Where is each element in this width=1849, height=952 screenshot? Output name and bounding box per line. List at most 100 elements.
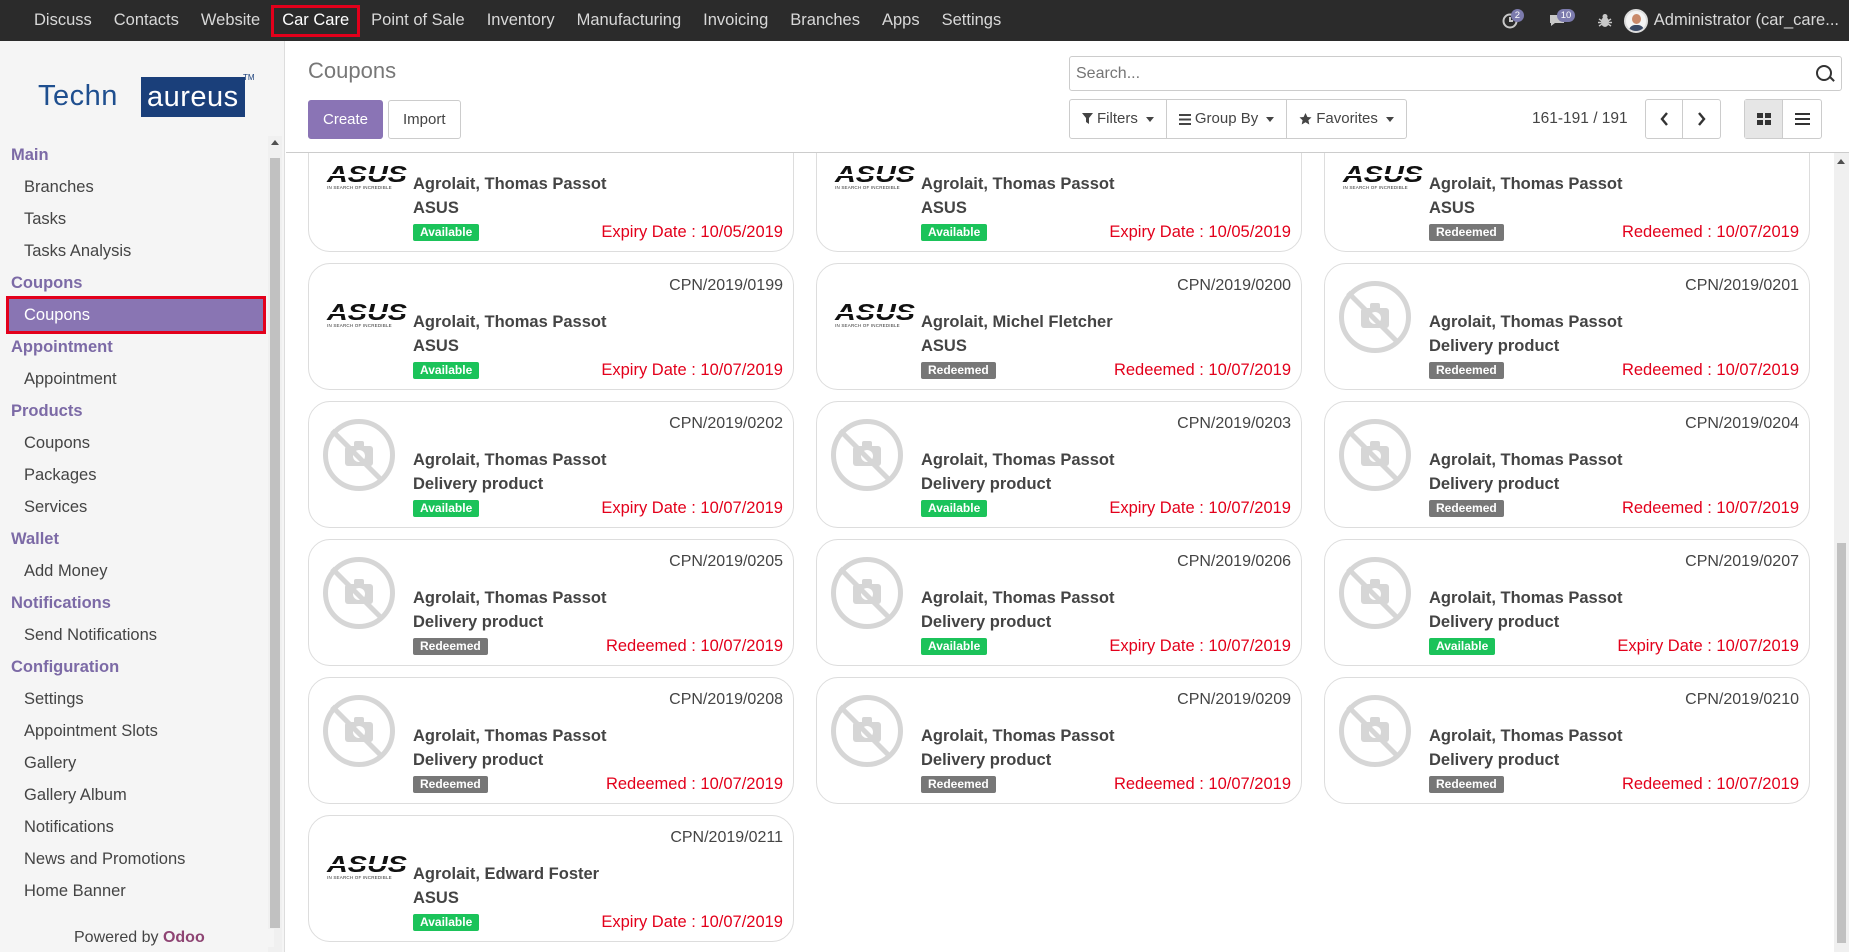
- coupon-card[interactable]: CPN/2019/0200 ASUS IN SEARCH OF INCREDIBLE…: [816, 263, 1302, 390]
- sidebar-item-tasks[interactable]: Tasks: [0, 203, 270, 235]
- kanban-view-button[interactable]: [1745, 100, 1783, 138]
- nav-item-car-care[interactable]: Car Care: [271, 0, 361, 41]
- search-input[interactable]: [1070, 57, 1790, 90]
- coupon-customer: Agrolait, Thomas Passot: [413, 589, 607, 607]
- coupon-card[interactable]: CPN/2019/0207 Agrolait, Thomas Passot Deli…: [1324, 539, 1810, 666]
- asus-logo: ASUS IN SEARCH OF INCREDIBLE: [327, 851, 407, 881]
- coupon-card[interactable]: CPN/2019/0210 Agrolait, Thomas Passot Deli…: [1324, 677, 1810, 804]
- main-scroll-thumb[interactable]: [1837, 543, 1846, 943]
- sidebar-item-home-banner[interactable]: Home Banner: [0, 875, 270, 907]
- sidebar-item-appointment[interactable]: Appointment: [0, 363, 270, 395]
- import-button[interactable]: Import: [388, 100, 461, 139]
- messages-icon[interactable]: 10: [1548, 9, 1576, 28]
- sidebar-item-news-and-promotions[interactable]: News and Promotions: [0, 843, 270, 875]
- nav-item-point-of-sale[interactable]: Point of Sale: [360, 0, 476, 41]
- sidebar-item-branches[interactable]: Branches: [0, 171, 270, 203]
- nav-item-contacts[interactable]: Contacts: [103, 0, 190, 41]
- sidebar-item-add-money[interactable]: Add Money: [0, 555, 270, 587]
- favorites-button[interactable]: Favorites: [1287, 100, 1406, 138]
- sidebar-item-label: Services: [24, 498, 88, 516]
- pager-next-button[interactable]: [1683, 100, 1720, 138]
- nav-item-discuss[interactable]: Discuss: [23, 0, 103, 41]
- menu-section-coupons[interactable]: Coupons: [0, 267, 270, 299]
- coupon-card[interactable]: ASUS IN SEARCH OF INCREDIBLE Agrolait, Tho…: [816, 153, 1302, 252]
- coupon-card[interactable]: CPN/2019/0206 Agrolait, Thomas Passot Deli…: [816, 539, 1302, 666]
- coupon-customer: Agrolait, Thomas Passot: [921, 727, 1115, 745]
- status-badge: Redeemed: [921, 776, 996, 793]
- list-view-button[interactable]: [1783, 100, 1821, 138]
- user-menu[interactable]: Administrator (car_care...: [1654, 11, 1839, 30]
- nav-item-label: Contacts: [113, 11, 179, 29]
- coupon-customer: Agrolait, Michel Fletcher: [921, 313, 1113, 331]
- coupon-card[interactable]: ASUS IN SEARCH OF INCREDIBLE Agrolait, Tho…: [308, 153, 794, 252]
- coupon-card[interactable]: ASUS IN SEARCH OF INCREDIBLE Agrolait, Tho…: [1324, 153, 1810, 252]
- coupon-customer: Agrolait, Thomas Passot: [1429, 175, 1623, 193]
- sidebar-item-gallery-album[interactable]: Gallery Album: [0, 779, 270, 811]
- sidebar-item-appointment-slots[interactable]: Appointment Slots: [0, 715, 270, 747]
- nav-item-apps[interactable]: Apps: [871, 0, 931, 41]
- no-image-camera-icon: [1339, 419, 1411, 491]
- scroll-up-arrow-icon[interactable]: [271, 140, 279, 145]
- create-button[interactable]: Create: [308, 100, 384, 139]
- coupon-card[interactable]: CPN/2019/0211 ASUS IN SEARCH OF INCREDIBLE…: [308, 815, 794, 942]
- coupon-card[interactable]: CPN/2019/0205 Agrolait, Thomas Passot Deli…: [308, 539, 794, 666]
- asus-logo: ASUS IN SEARCH OF INCREDIBLE: [1343, 161, 1423, 191]
- pager-previous-button[interactable]: [1646, 100, 1683, 138]
- pager-value[interactable]: 161-191 / 191: [1532, 110, 1628, 128]
- sidebar-item-coupons[interactable]: Coupons: [0, 427, 270, 459]
- kanban-view: ASUS IN SEARCH OF INCREDIBLE Agrolait, Tho…: [286, 153, 1849, 952]
- sidebar-item-coupons[interactable]: Coupons: [6, 296, 266, 334]
- sidebar-item-gallery[interactable]: Gallery: [0, 747, 270, 779]
- highlight-box: [271, 5, 361, 37]
- status-badge: Available: [1429, 638, 1496, 655]
- coupon-card[interactable]: CPN/2019/0204 Agrolait, Thomas Passot Deli…: [1324, 401, 1810, 528]
- sidebar-item-services[interactable]: Services: [0, 491, 270, 523]
- coupon-reference: CPN/2019/0202: [669, 415, 783, 432]
- nav-item-invoicing[interactable]: Invoicing: [692, 0, 779, 41]
- nav-item-inventory[interactable]: Inventory: [476, 0, 566, 41]
- menu-section-appointment[interactable]: Appointment: [0, 331, 270, 363]
- nav-item-settings[interactable]: Settings: [931, 0, 1013, 41]
- coupon-card[interactable]: CPN/2019/0203 Agrolait, Thomas Passot Deli…: [816, 401, 1302, 528]
- search-icon[interactable]: [1816, 65, 1832, 81]
- sidebar-item-label: Home Banner: [24, 882, 126, 900]
- sidebar-item-label: Tasks: [24, 210, 67, 228]
- sidebar-item-notifications[interactable]: Notifications: [0, 811, 270, 843]
- coupon-card[interactable]: CPN/2019/0202 Agrolait, Thomas Passot Deli…: [308, 401, 794, 528]
- sidebar-scrollbar[interactable]: [268, 136, 282, 952]
- menu-section-main[interactable]: Main: [0, 139, 270, 171]
- scroll-up-arrow-icon[interactable]: [1837, 159, 1845, 164]
- sidebar-item-tasks-analysis[interactable]: Tasks Analysis: [0, 235, 270, 267]
- activities-count: 2: [1510, 8, 1525, 22]
- coupon-reference: CPN/2019/0204: [1685, 415, 1799, 432]
- odoo-link[interactable]: Odoo: [163, 929, 205, 946]
- menu-section-products[interactable]: Products: [0, 395, 270, 427]
- coupon-customer: Agrolait, Thomas Passot: [1429, 313, 1623, 331]
- debug-bug-icon[interactable]: [1597, 13, 1612, 29]
- activities-icon[interactable]: 2: [1502, 8, 1525, 29]
- status-badge: Available: [413, 500, 480, 517]
- coupon-card[interactable]: CPN/2019/0201 Agrolait, Thomas Passot Deli…: [1324, 263, 1810, 390]
- coupon-card[interactable]: CPN/2019/0208 Agrolait, Thomas Passot Deli…: [308, 677, 794, 804]
- sidebar-item-packages[interactable]: Packages: [0, 459, 270, 491]
- filters-button[interactable]: Filters: [1070, 100, 1167, 138]
- coupon-card[interactable]: CPN/2019/0199 ASUS IN SEARCH OF INCREDIBLE…: [308, 263, 794, 390]
- nav-item-manufacturing[interactable]: Manufacturing: [566, 0, 693, 41]
- sidebar-item-settings[interactable]: Settings: [0, 683, 270, 715]
- user-avatar[interactable]: [1623, 8, 1648, 33]
- coupon-card[interactable]: CPN/2019/0209 Agrolait, Thomas Passot Deli…: [816, 677, 1302, 804]
- nav-item-branches[interactable]: Branches: [779, 0, 871, 41]
- menu-section-configuration[interactable]: Configuration: [0, 651, 270, 683]
- main-scrollbar[interactable]: [1834, 153, 1849, 952]
- sidebar-item-label: News and Promotions: [24, 850, 186, 868]
- status-badge: Redeemed: [413, 776, 488, 793]
- sidebar-item-send-notifications[interactable]: Send Notifications: [0, 619, 270, 651]
- menu-section-wallet[interactable]: Wallet: [0, 523, 270, 555]
- status-badge: Available: [921, 224, 988, 241]
- nav-item-website[interactable]: Website: [190, 0, 271, 41]
- group-by-button[interactable]: Group By: [1167, 100, 1288, 138]
- no-image-camera-icon: [831, 419, 903, 491]
- coupon-reference: CPN/2019/0203: [1177, 415, 1291, 432]
- sidebar-scroll-thumb[interactable]: [270, 158, 280, 928]
- menu-section-notifications[interactable]: Notifications: [0, 587, 270, 619]
